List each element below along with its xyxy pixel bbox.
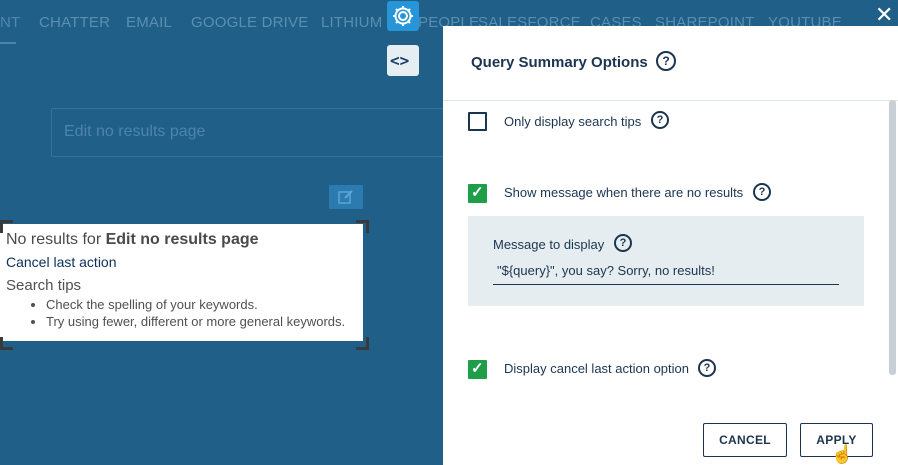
message-input[interactable]: "${query}", you say? Sorry, no results!: [493, 260, 839, 285]
query-summary-options-panel: Query Summary Options ? Only display sea…: [443, 26, 898, 465]
search-input[interactable]: Edit no results page: [51, 108, 448, 157]
close-icon[interactable]: ✕: [875, 2, 893, 28]
message-label: Message to display: [493, 237, 605, 252]
active-tab-indicator: [0, 42, 16, 44]
help-icon[interactable]: ?: [651, 111, 669, 129]
only-search-tips-checkbox[interactable]: [468, 112, 487, 131]
show-no-results-message-label: Show message when there are no results: [504, 185, 744, 200]
search-tips-title: Search tips: [6, 277, 82, 294]
tab-google-drive[interactable]: GOOGLE DRIVE: [191, 14, 308, 31]
tab-lithium[interactable]: LITHIUM: [321, 14, 382, 31]
help-icon[interactable]: ?: [698, 359, 716, 377]
hand-cursor-icon: ☝: [831, 444, 854, 464]
panel-header: Query Summary Options ?: [443, 26, 898, 101]
edit-icon: [338, 190, 353, 204]
settings-button[interactable]: [387, 1, 419, 31]
gear-icon: [393, 6, 413, 26]
search-tips-list: Check the spelling of your keywords. Try…: [30, 296, 345, 330]
help-icon[interactable]: ?: [614, 234, 632, 252]
tab-email[interactable]: EMAIL: [126, 14, 172, 31]
show-no-results-message-checkbox[interactable]: [468, 183, 487, 203]
search-tip: Try using fewer, different or more gener…: [46, 313, 345, 330]
display-cancel-option-label: Display cancel last action option: [504, 361, 689, 376]
edit-button[interactable]: [329, 185, 363, 209]
code-view-button[interactable]: <>: [387, 45, 419, 76]
no-results-prefix: No results for: [6, 231, 106, 248]
search-tip: Check the spelling of your keywords.: [46, 296, 345, 313]
selection-corner: [356, 337, 369, 350]
panel-title: Query Summary Options: [471, 54, 648, 71]
message-value: "${query}", you say? Sorry, no results!: [497, 263, 715, 278]
tab-chatter[interactable]: CHATTER: [39, 14, 110, 31]
help-icon[interactable]: ?: [753, 183, 771, 201]
panel-scrollbar[interactable]: [889, 100, 896, 375]
no-results-preview[interactable]: No results for Edit no results page Canc…: [0, 220, 369, 350]
selection-corner: [0, 220, 13, 233]
selection-corner: [356, 220, 369, 233]
no-results-title: No results for Edit no results page: [6, 231, 259, 249]
cancel-last-action-link[interactable]: Cancel last action: [6, 254, 117, 270]
search-placeholder: Edit no results page: [64, 123, 206, 140]
cancel-button[interactable]: CANCEL: [703, 423, 787, 457]
no-results-query: Edit no results page: [105, 231, 259, 248]
code-icon: <>: [390, 51, 410, 70]
tab-all[interactable]: NT: [0, 14, 20, 31]
display-cancel-option-checkbox[interactable]: [468, 359, 487, 379]
message-settings-box: Message to display ? "${query}", you say…: [468, 216, 864, 306]
selection-corner: [0, 337, 13, 350]
only-search-tips-label: Only display search tips: [504, 114, 642, 129]
help-icon[interactable]: ?: [656, 51, 676, 71]
preview-card: No results for Edit no results page Canc…: [0, 224, 363, 341]
